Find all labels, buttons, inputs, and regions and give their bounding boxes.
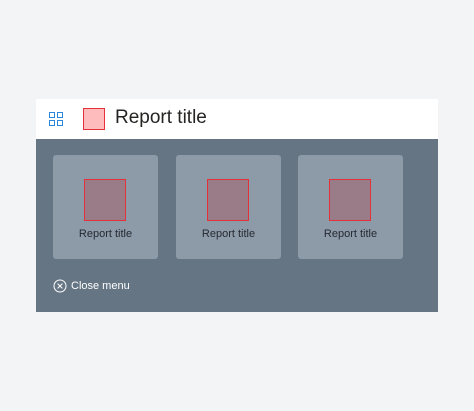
- report-card-thumbnail: [84, 179, 126, 221]
- close-menu-button[interactable]: Close menu: [53, 278, 130, 294]
- close-menu-label: Close menu: [71, 280, 130, 292]
- report-menu: Report title Report title Report title C…: [36, 139, 438, 312]
- report-card[interactable]: Report title: [176, 155, 281, 259]
- page-title: Report title: [115, 107, 207, 128]
- close-circle-icon: [53, 279, 67, 293]
- report-card-label: Report title: [201, 228, 256, 240]
- report-card[interactable]: Report title: [53, 155, 158, 259]
- report-card-label: Report title: [78, 228, 133, 240]
- report-panel: Report title Report title Report title R…: [36, 99, 438, 312]
- report-card[interactable]: Report title: [298, 155, 403, 259]
- report-card-thumbnail: [329, 179, 371, 221]
- report-thumbnail: [83, 108, 105, 130]
- grid-icon[interactable]: [48, 111, 64, 127]
- report-card-thumbnail: [207, 179, 249, 221]
- report-header: Report title: [36, 99, 438, 139]
- report-card-label: Report title: [323, 228, 378, 240]
